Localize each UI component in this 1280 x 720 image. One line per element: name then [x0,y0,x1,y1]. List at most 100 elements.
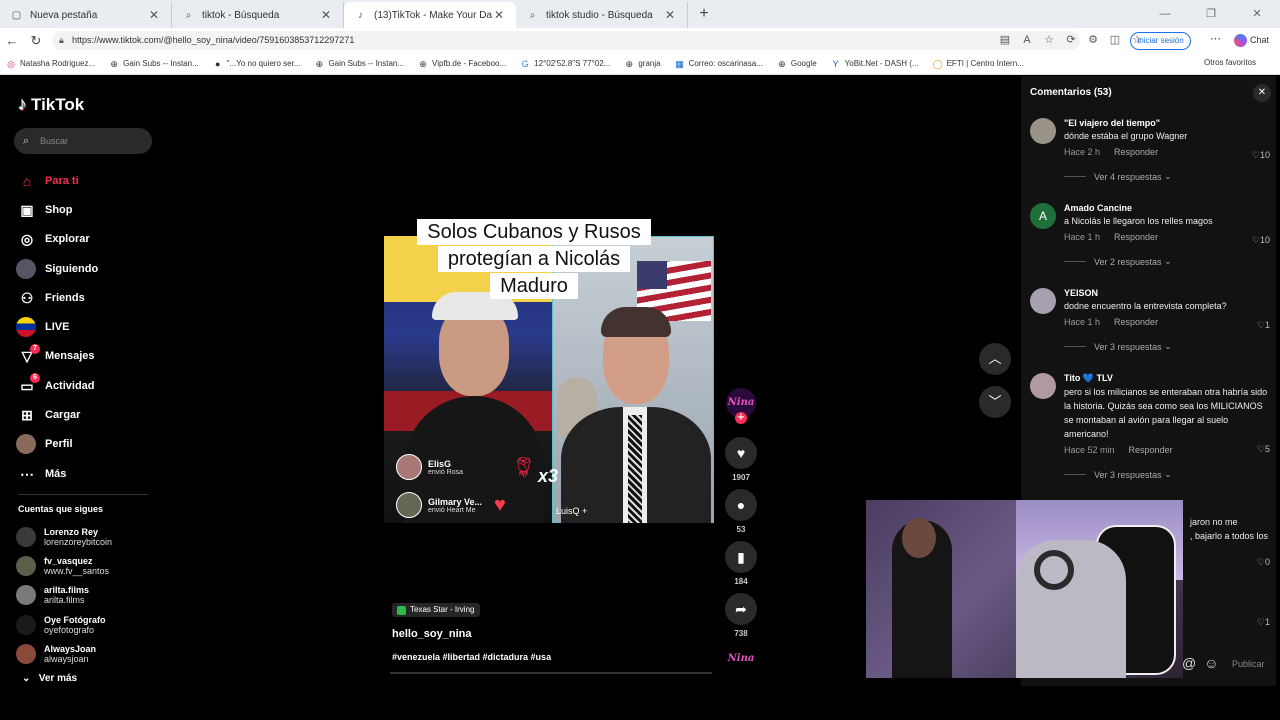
url-field[interactable]: 🔒︎ https://www.tiktok.com/@hello_soy_nin… [52,31,1080,50]
sidebar-item-live[interactable]: LIVE [16,312,98,341]
reload-icon[interactable]: ↻ [24,33,48,49]
back-icon[interactable]: ← [0,33,24,48]
close-icon: ✕ [1257,87,1267,98]
tiktok-logo[interactable]: ♪ TikTok [18,94,84,115]
close-icon[interactable]: ✕ [319,8,333,22]
previous-video-button[interactable]: ︿ [979,343,1011,375]
music-disc[interactable]: Nina [726,648,756,670]
bookmark-item[interactable]: ● "...Yo no quiero ser... [213,59,300,69]
close-window-icon[interactable]: ✕ [1234,0,1280,28]
following-account[interactable]: fv_vasquez www.fv__santos [16,551,112,580]
read-mode-icon[interactable]: ▤ [996,31,1014,50]
minimize-icon[interactable]: — [1142,0,1188,28]
tab-tiktok-video[interactable]: ♪ (13)TikTok - Make Your Day ✕ [344,2,516,28]
bookmark-item[interactable]: G 12°02'52.8"S 77°02... [520,59,611,69]
bookmark-item[interactable]: ⊕ Google [777,59,817,69]
comment-like-button[interactable]: ♡5 [1257,444,1270,455]
comment-user[interactable]: YEISON [1064,288,1270,298]
sidebar-item-mas[interactable]: ⋯ Más [16,459,98,488]
translate-icon[interactable]: A [1018,31,1036,50]
creator-avatar[interactable]: Nina + [726,388,756,424]
bookmark-item[interactable]: ⊕ Gain Subs -- Instan... [314,59,404,69]
copilot-chat-button[interactable]: Chat [1234,32,1269,48]
bookmark-item[interactable]: ▦ Correo: oscarinasa... [675,59,763,69]
comment-user[interactable]: Amado Cancine [1064,203,1270,213]
split-screen-icon[interactable]: ◫ [1106,31,1124,50]
video-hashtags[interactable]: #venezuela #libertad #dictadura #usa [392,652,551,662]
comment-button[interactable]: ● 53 [724,489,758,534]
video-progress-bar[interactable] [390,672,712,674]
other-favorites[interactable]: Otros favoritos [1204,58,1256,67]
view-replies-button[interactable]: Ver 3 respuestas ⌄ [1064,341,1270,352]
avatar[interactable] [1030,373,1056,399]
sidebar-item-actividad[interactable]: ▭ 6 Actividad [16,371,98,400]
upload-icon: ⊞ [21,407,33,424]
save-button[interactable]: ▮ 184 [724,541,758,586]
comment-like-button[interactable]: ♡1 [1257,320,1270,331]
signin-button[interactable]: Iniciar sesión [1130,32,1191,50]
close-icon[interactable]: ✕ [147,8,161,22]
heart-outline-icon: ♡ [1251,150,1260,160]
avatar[interactable] [1030,288,1056,314]
following-account[interactable]: Lorenzo Rey lorenzoreybitcoin [16,522,112,551]
sidebar-item-perfil[interactable]: Perfil [16,430,98,459]
tab-new-tab[interactable]: ▢ Nueva pestaña ✕ [0,2,172,28]
reply-button[interactable]: Responder [1129,445,1173,455]
bookmark-item[interactable]: ⊕ Vipfb.de - Faceboo... [418,59,506,69]
tab-tiktok-search[interactable]: ⌕ tiktok - Búsqueda ✕ [172,2,344,28]
publish-button[interactable]: Publicar [1232,659,1265,669]
following-account[interactable]: AlwaysJoan alwaysjoan [16,639,112,668]
close-icon[interactable]: ✕ [663,8,677,22]
like-button[interactable]: ♥ 1907 [724,437,758,482]
comment-like-button[interactable]: ♡10 [1252,235,1270,246]
comment-user[interactable]: "El viajero del tiempo" [1064,118,1270,128]
extensions-icon[interactable]: ⚙ [1084,31,1102,50]
sidebar-item-siguiendo[interactable]: Siguiendo [16,254,98,283]
sidebar-item-para-ti[interactable]: ⌂ Para ti [16,166,98,195]
follow-plus-icon[interactable]: + [735,412,747,424]
bookmark-item[interactable]: Y YoBit.Net - DASH (... [831,59,919,69]
sidebar-item-cargar[interactable]: ⊞ Cargar [16,400,98,429]
view-replies-button[interactable]: Ver 4 respuestas ⌄ [1064,171,1270,182]
sidebar-item-explorar[interactable]: ◎ Explorar [16,225,98,254]
location-tag[interactable]: Texas Star - Irving [392,603,481,617]
view-replies-button[interactable]: Ver 2 respuestas ⌄ [1064,256,1270,267]
bookmark-item[interactable]: ◎ Natasha Rodriguez... [6,59,95,69]
next-video-button[interactable]: ﹀ [979,386,1011,418]
following-account[interactable]: arilta.films arilta.films [16,581,112,610]
reply-button[interactable]: Responder [1114,147,1158,157]
mention-icon[interactable]: @ [1182,655,1196,671]
refresh-icon[interactable]: ⟳ [1062,31,1080,50]
menu-dots-icon[interactable]: ⋯ [1210,32,1221,45]
following-account[interactable]: Oye Fotógrafo oyefotografo [16,610,112,639]
account-name: Lorenzo Rey [44,526,99,537]
see-more-link[interactable]: ⌄ Ver más [22,673,77,684]
sidebar-item-friends[interactable]: ⚇ Friends [16,283,98,312]
reply-button[interactable]: Responder [1114,317,1158,327]
bookmark-item[interactable]: ◯ EFTI | Centro Intern... [933,59,1024,69]
close-icon[interactable]: ✕ [492,8,506,22]
heart-outline-icon: ♡ [1251,235,1260,245]
avatar[interactable]: A [1030,203,1056,229]
close-comments-button[interactable]: ✕ [1253,84,1271,102]
comment-like-button[interactable]: ♡10 [1252,150,1270,161]
comment-like-button[interactable]: ♡0 [1257,557,1270,568]
favorite-star-icon[interactable]: ☆ [1040,31,1058,50]
video-author[interactable]: hello_soy_nina [392,628,471,640]
emoji-icon[interactable]: ☺ [1204,655,1218,671]
tab-tiktok-studio-search[interactable]: ⌕ tiktok studio - Búsqueda ✕ [516,2,688,28]
new-tab-button[interactable]: + [692,5,716,23]
view-replies-button[interactable]: Ver 3 respuestas ⌄ [1064,469,1270,480]
sidebar-item-shop[interactable]: ▣ Shop [16,195,98,224]
comment-user[interactable]: Tito 💙 TLV [1064,373,1270,384]
comment-like-button[interactable]: ♡1 [1257,617,1270,628]
sidebar-item-mensajes[interactable]: ▽ 7 Mensajes [16,342,98,371]
avatar[interactable] [1030,118,1056,144]
sidebar-item-label: Para ti [45,174,79,187]
search-input[interactable]: ⌕ Buscar [14,128,152,154]
bookmark-item[interactable]: ⊕ Gain Subs -- Instan... [109,59,198,69]
reply-button[interactable]: Responder [1114,232,1158,242]
share-button[interactable]: ➦ 738 [724,593,758,638]
bookmark-item[interactable]: ⊕ granja [624,59,661,69]
maximize-icon[interactable]: ❐ [1188,0,1234,28]
